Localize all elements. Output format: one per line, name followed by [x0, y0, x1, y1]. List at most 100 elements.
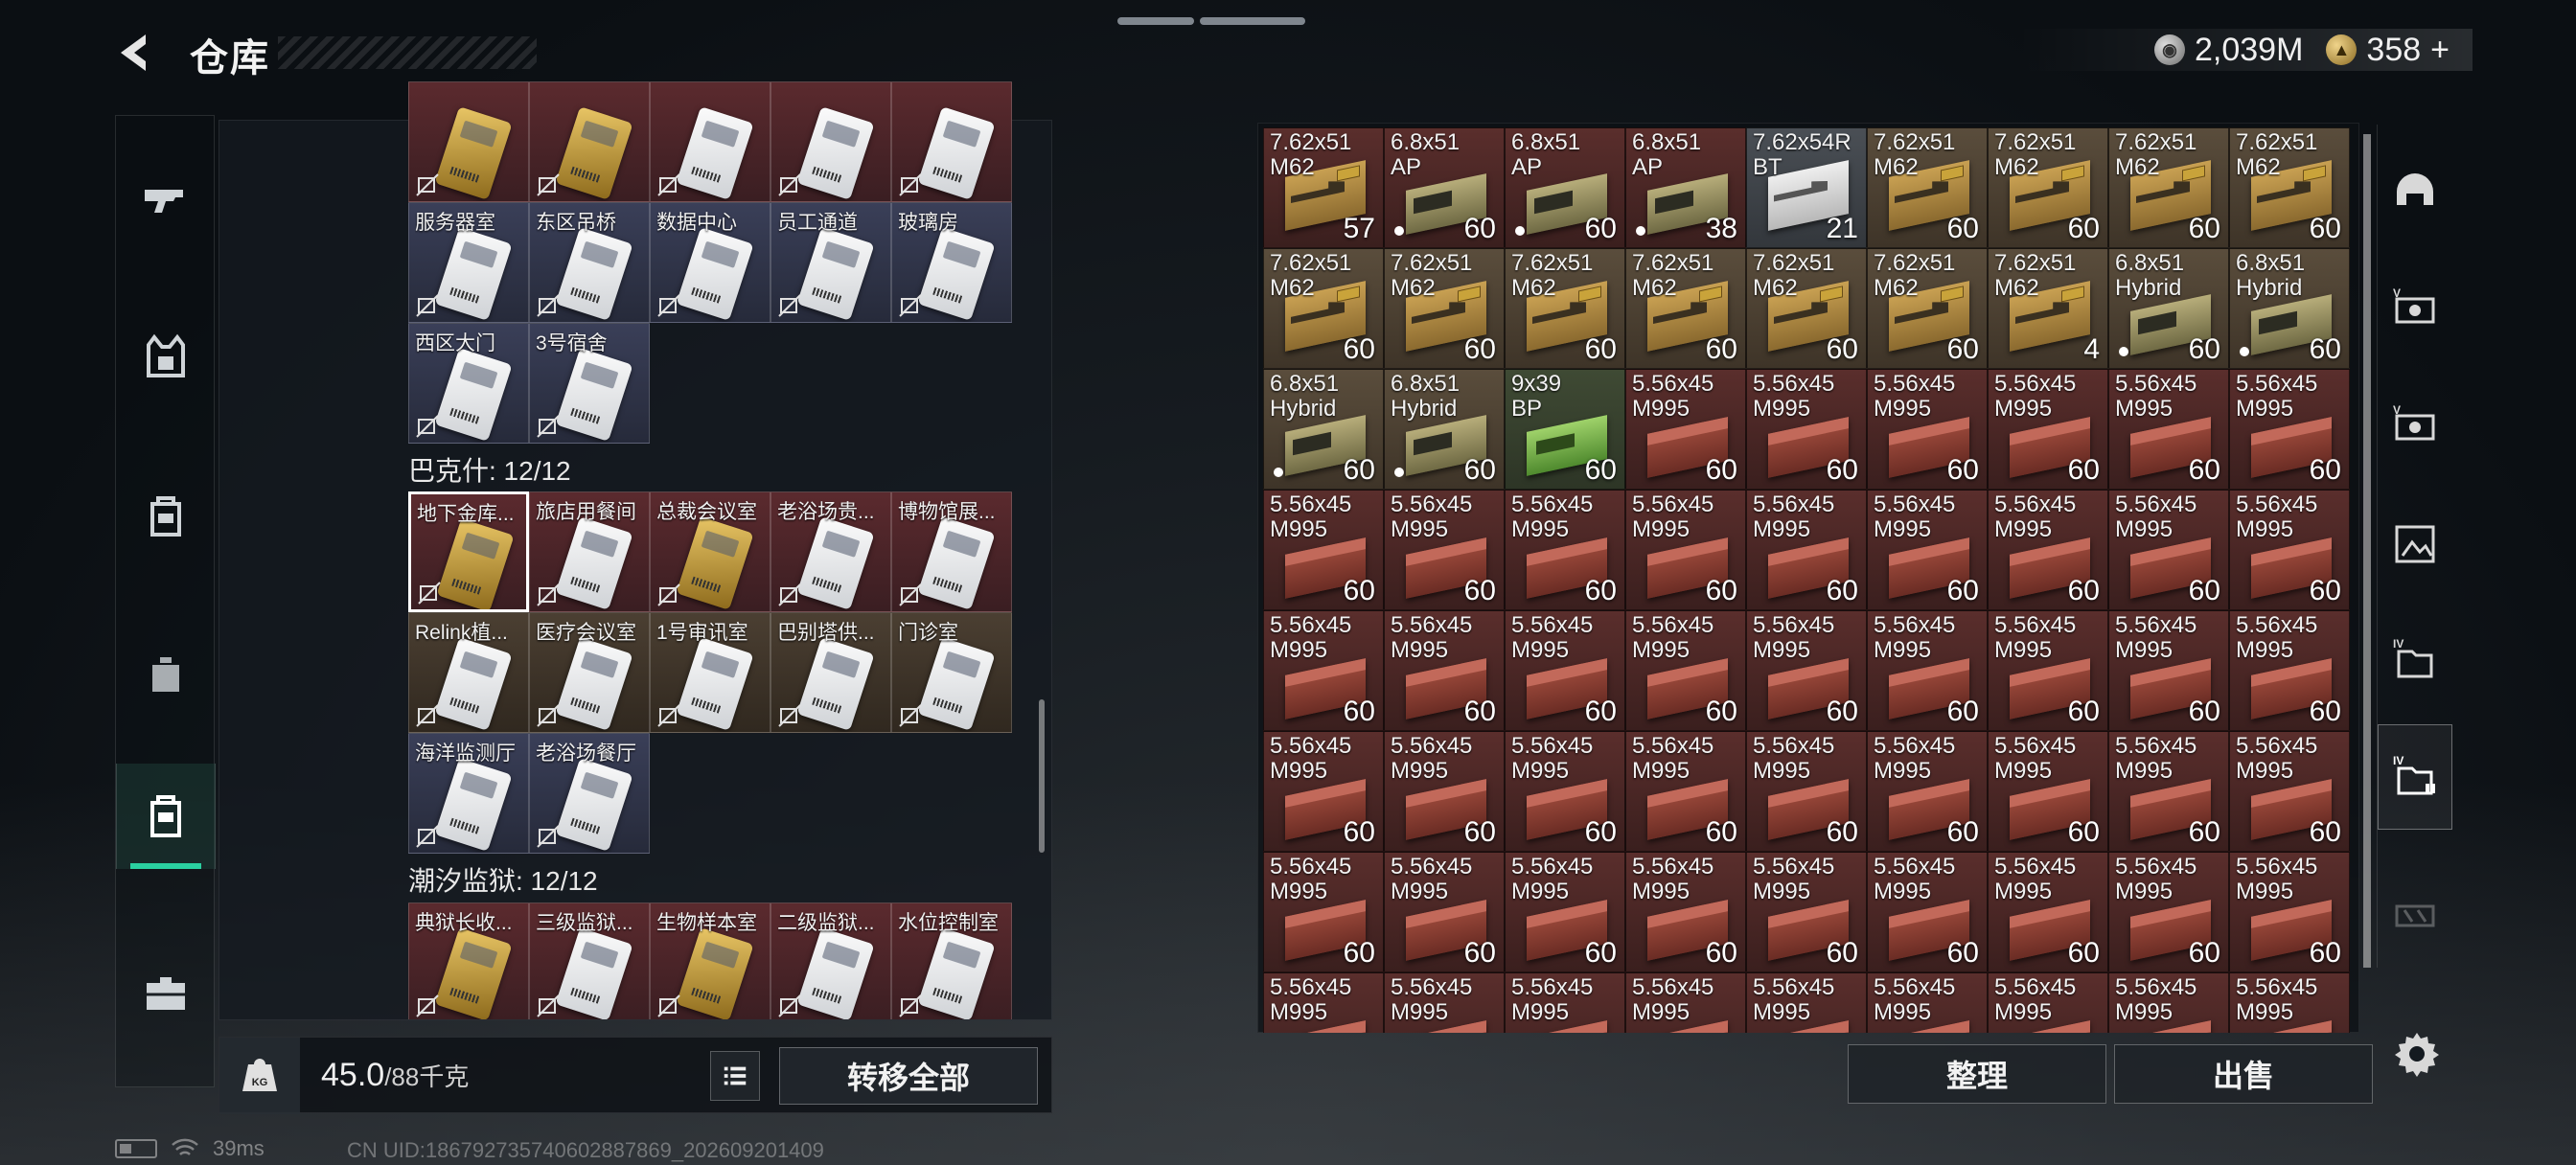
keycard-slot[interactable]: 东区吊桥: [529, 202, 650, 323]
ammo-slot[interactable]: 5.56x45 M995: [1384, 972, 1505, 1033]
sidebar-item-weapons[interactable]: [116, 145, 216, 250]
ammo-slot[interactable]: 5.56x45 M995 60: [1263, 852, 1384, 972]
ammo-slot[interactable]: 5.56x45 M995: [1263, 972, 1384, 1033]
sidebar-item-pouch[interactable]: [116, 622, 216, 727]
ammo-slot[interactable]: 7.62x51 M62 60: [1625, 248, 1746, 369]
keycard-slot[interactable]: 总裁会议室: [650, 491, 770, 612]
keycard-slot[interactable]: [650, 81, 770, 202]
keycard-slot[interactable]: 巴别塔供...: [770, 612, 891, 733]
ammo-slot[interactable]: 5.56x45 M995 60: [1746, 610, 1867, 731]
ammo-slot[interactable]: 5.56x45 M995 60: [1625, 731, 1746, 852]
ammo-slot[interactable]: 6.8x51 Hybrid 60: [1263, 369, 1384, 490]
ammo-slot[interactable]: 5.56x45 M995 60: [1988, 490, 2108, 610]
keycard-slot[interactable]: 生物样本室: [650, 902, 770, 1019]
ammo-slot[interactable]: 5.56x45 M995 60: [1505, 731, 1625, 852]
rail-item-rig-1[interactable]: V: [2378, 257, 2452, 362]
ammo-slot[interactable]: 6.8x51 Hybrid 60: [1384, 369, 1505, 490]
ammo-slot[interactable]: 5.56x45 M995 60: [1867, 369, 1988, 490]
keycard-slot[interactable]: 西区大门: [408, 323, 529, 444]
ammo-slot[interactable]: 6.8x51 AP 60: [1384, 127, 1505, 248]
keycard-slot[interactable]: 医疗会议室: [529, 612, 650, 733]
rail-item-helmet[interactable]: [2378, 140, 2452, 245]
ammo-slot[interactable]: 7.62x51 M62 60: [1746, 248, 1867, 369]
ammo-slot[interactable]: 5.56x45 M995 60: [2108, 369, 2229, 490]
keycard-slot[interactable]: [529, 81, 650, 202]
ammo-slot[interactable]: 5.56x45 M995 60: [1625, 852, 1746, 972]
ammo-slot[interactable]: 7.62x51 M62 60: [1867, 248, 1988, 369]
keycard-slot[interactable]: 3号宿舍: [529, 323, 650, 444]
ammo-slot[interactable]: 5.56x45 M995 60: [1988, 731, 2108, 852]
ammo-slot[interactable]: 5.56x45 M995 60: [1867, 490, 1988, 610]
back-button[interactable]: [113, 29, 161, 77]
ammo-slot[interactable]: 5.56x45 M995: [1746, 972, 1867, 1033]
ammo-slot[interactable]: 5.56x45 M995 60: [1263, 731, 1384, 852]
ammo-slot[interactable]: 5.56x45 M995 60: [1867, 852, 1988, 972]
ammo-slot[interactable]: 5.56x45 M995 60: [1505, 490, 1625, 610]
ammo-slot[interactable]: 5.56x45 M995 60: [1625, 369, 1746, 490]
ammo-slot[interactable]: 5.56x45 M995 60: [2108, 852, 2229, 972]
ammo-slot[interactable]: 5.56x45 M995 60: [1384, 852, 1505, 972]
ammo-slot[interactable]: 5.56x45 M995 60: [1625, 490, 1746, 610]
ammo-slot[interactable]: 5.56x45 M995: [1867, 972, 1988, 1033]
ammo-slot[interactable]: 7.62x51 M62 60: [1505, 248, 1625, 369]
ammo-slot[interactable]: 6.8x51 Hybrid 60: [2108, 248, 2229, 369]
ammo-slot[interactable]: 7.62x51 M62 60: [2108, 127, 2229, 248]
keycard-slot[interactable]: 博物馆展...: [891, 491, 1012, 612]
ammo-slot[interactable]: 7.62x51 M62 60: [1988, 127, 2108, 248]
keycard-slot[interactable]: [891, 81, 1012, 202]
keycard-scrollbar[interactable]: [1039, 699, 1045, 853]
ammo-slot[interactable]: 5.56x45 M995 60: [1746, 369, 1867, 490]
rail-item-page-6[interactable]: [2378, 862, 2452, 968]
rail-item-case[interactable]: [2378, 491, 2452, 596]
rail-item-page-4[interactable]: IV: [2378, 607, 2452, 713]
keycard-slot[interactable]: 地下金库...: [408, 491, 529, 612]
sidebar-item-armor[interactable]: [116, 304, 216, 409]
ammo-slot[interactable]: 5.56x45 M995: [1625, 972, 1746, 1033]
ammo-slot[interactable]: 6.8x51 AP 38: [1625, 127, 1746, 248]
keycard-slot[interactable]: 海洋监测厅: [408, 733, 529, 854]
keycard-slot[interactable]: 门诊室: [891, 612, 1012, 733]
rail-item-rig-2[interactable]: V: [2378, 374, 2452, 479]
keycard-slot[interactable]: 1号审讯室: [650, 612, 770, 733]
list-view-button[interactable]: [710, 1051, 760, 1101]
transfer-all-button[interactable]: 转移全部: [779, 1047, 1038, 1105]
ammo-slot[interactable]: 5.56x45 M995 60: [1505, 610, 1625, 731]
ammo-slot[interactable]: 5.56x45 M995 60: [2229, 490, 2350, 610]
ammo-slot[interactable]: 5.56x45 M995: [2108, 972, 2229, 1033]
settings-button[interactable]: [2390, 1027, 2444, 1081]
gold-currency[interactable]: ▲ 358 +: [2326, 32, 2450, 69]
ammo-slot[interactable]: 5.56x45 M995 60: [1263, 610, 1384, 731]
sidebar-item-backpack[interactable]: [116, 463, 216, 568]
keycard-slot[interactable]: 旅店用餐间: [529, 491, 650, 612]
ammo-slot[interactable]: 7.62x54R BT 21: [1746, 127, 1867, 248]
ammo-slot[interactable]: 7.62x51 M62 60: [1867, 127, 1988, 248]
ammo-slot[interactable]: 5.56x45 M995 60: [2108, 731, 2229, 852]
keycard-slot[interactable]: Relink植...: [408, 612, 529, 733]
ammo-slot[interactable]: 5.56x45 M995 60: [2229, 852, 2350, 972]
ammo-slot[interactable]: 5.56x45 M995 60: [2108, 610, 2229, 731]
keycard-slot[interactable]: 二级监狱...: [770, 902, 891, 1019]
ammo-slot[interactable]: 5.56x45 M995 60: [1867, 731, 1988, 852]
ammo-slot[interactable]: 6.8x51 AP 60: [1505, 127, 1625, 248]
ammo-slot[interactable]: 5.56x45 M995 60: [1746, 852, 1867, 972]
ammo-slot[interactable]: 5.56x45 M995 60: [1988, 852, 2108, 972]
ammo-slot[interactable]: 5.56x45 M995: [1988, 972, 2108, 1033]
stash-scrollbar[interactable]: [2363, 134, 2371, 968]
stash-scroll-thumb[interactable]: [2363, 134, 2371, 968]
ammo-slot[interactable]: 5.56x45 M995 60: [1384, 490, 1505, 610]
ammo-slot[interactable]: 5.56x45 M995 60: [1625, 610, 1746, 731]
add-currency-button[interactable]: +: [2430, 32, 2450, 69]
ammo-slot[interactable]: 7.62x51 M62 60: [2229, 127, 2350, 248]
keycard-slot[interactable]: 老浴场贵...: [770, 491, 891, 612]
sell-button[interactable]: 出售: [2114, 1044, 2373, 1104]
keycard-slot[interactable]: 员工通道: [770, 202, 891, 323]
ammo-slot[interactable]: 5.56x45 M995 60: [2229, 369, 2350, 490]
ammo-slot[interactable]: 5.56x45 M995 60: [1263, 490, 1384, 610]
keycard-slot[interactable]: 老浴场餐厅: [529, 733, 650, 854]
keycard-slot[interactable]: 水位控制室: [891, 902, 1012, 1019]
ammo-slot[interactable]: 5.56x45 M995 60: [1867, 610, 1988, 731]
keycard-slot[interactable]: [408, 81, 529, 202]
ammo-slot[interactable]: 5.56x45 M995 60: [1988, 369, 2108, 490]
ammo-slot[interactable]: 5.56x45 M995 60: [2229, 731, 2350, 852]
ammo-slot[interactable]: 5.56x45 M995: [1505, 972, 1625, 1033]
